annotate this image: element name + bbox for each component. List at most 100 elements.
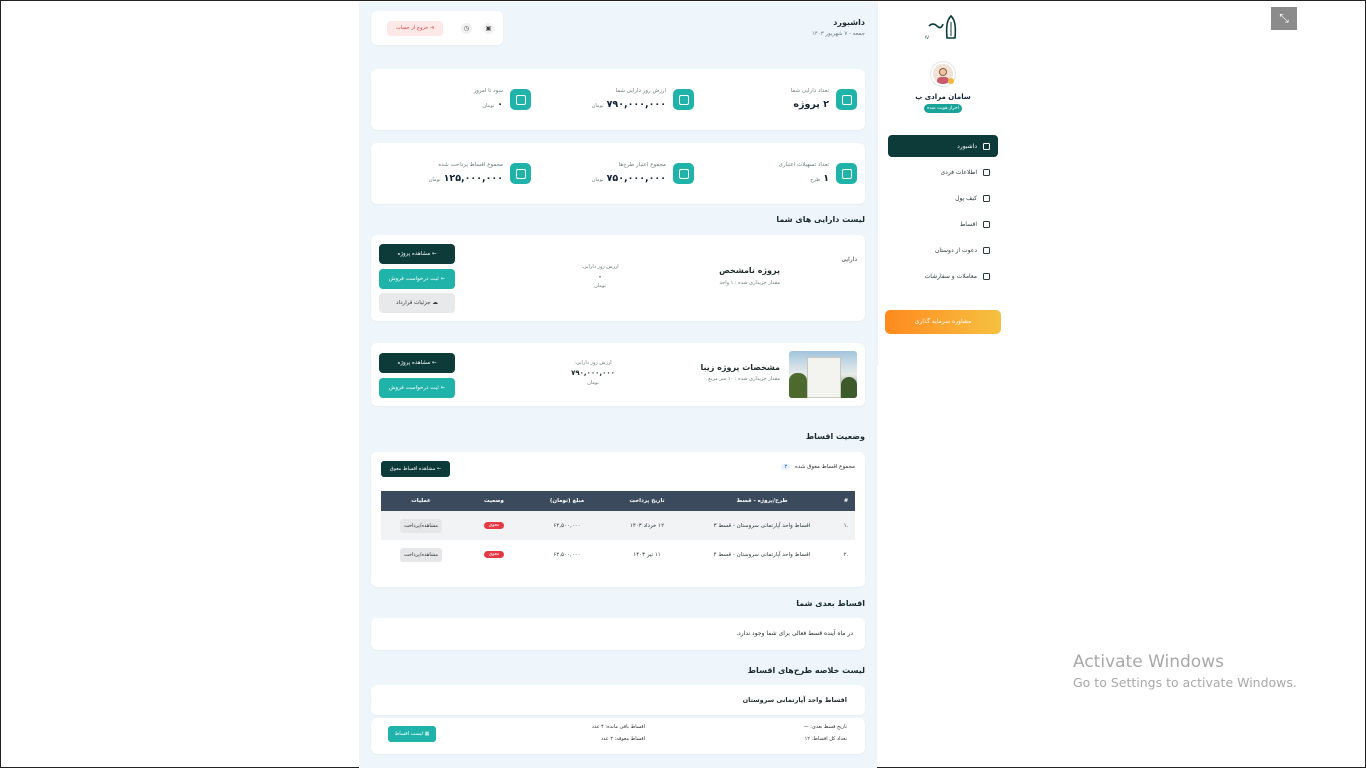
sidebar-item-invite[interactable]: دعوت از دوستان <box>888 239 998 261</box>
assets-title: لیست دارایی های شما <box>776 215 865 224</box>
overdue-view-button[interactable]: مشاهده اقساط معوق ← <box>381 461 450 477</box>
wallet-icon <box>510 89 531 110</box>
plans-title: لیست خلاصه طرح‌های اقساط <box>747 666 865 675</box>
watermark-subtitle: Go to Settings to activate Windows. <box>1073 675 1297 690</box>
asset-card: مشخصات پروژه زیبا مقدار خریداری شده : ۱۰… <box>371 343 865 406</box>
next-installments-card: در ماه آینده قسط فعالی برای شما وجود ندا… <box>371 618 865 650</box>
exit-fullscreen-icon[interactable]: ⤡ <box>1271 7 1297 30</box>
contract-details-button[interactable]: جزئیات قرارداد ☁ <box>379 293 455 313</box>
stat-value: ۷۹۰,۰۰۰,۰۰۰تومان <box>592 99 666 110</box>
sidebar-item-trades[interactable]: معاملات و سفارشات <box>888 265 998 287</box>
overdue-label: مجموع اقساط معوق شده <box>795 464 855 470</box>
page-title: داشبورد <box>833 18 865 27</box>
asset-value: ۰ <box>597 273 603 281</box>
wallet-icon <box>983 194 990 202</box>
stat-label: مجموع اعتبار طرح‌ها <box>618 162 666 168</box>
sidebar-item-dashboard[interactable]: داشبورد <box>888 135 998 157</box>
svg-text:SARV: SARV <box>925 35 929 40</box>
sidebar-item-label: اقساط <box>959 220 977 228</box>
stat-label: سود تا امروز <box>473 88 503 94</box>
button-label: مشاهده پروژه <box>397 251 431 257</box>
stat-label: تعداد دارایی شما <box>790 88 829 94</box>
sidebar-nav: داشبورد اطلاعات فردی کیف پول اقساط دعوت … <box>888 135 998 291</box>
consult-button[interactable]: مشاوره سرمایه گذاری <box>885 310 1001 334</box>
logout-button[interactable]: خروج از حساب ⇥ <box>387 21 443 36</box>
view-project-button[interactable]: مشاهده پروژه ← <box>379 353 455 373</box>
button-label: جزئیات قرارداد <box>396 300 431 306</box>
asset-amount: مقدار خریداری شده : ۱ واحد <box>719 280 781 286</box>
asset-name: پروژه نامشخص <box>719 266 780 275</box>
stat-value-text: ۱۲۵,۰۰۰,۰۰۰ <box>443 173 503 184</box>
wallet-icon[interactable]: ▣ <box>483 23 494 34</box>
stat-value-text: ۰ <box>497 99 503 110</box>
plan-overdue: اقساط معوقه: ۲ عدد <box>600 736 645 742</box>
row-status: معوق <box>461 511 527 540</box>
button-label: لیست اقساط <box>394 731 424 737</box>
stat-value: ۰تومان <box>482 99 503 110</box>
sell-request-button[interactable]: ثبت درخواست فروش ← <box>379 269 455 289</box>
next-installments-title: اقساط بعدی شما <box>796 599 865 608</box>
installments-card: مجموع اقساط معوق شده ۲ مشاهده اقساط معوق… <box>371 452 865 587</box>
view-pay-button[interactable]: مشاهده/پرداخت <box>400 547 442 562</box>
sarv-logo: SARV <box>925 14 957 40</box>
stat-label: تعداد تسهیلات اعتباری <box>778 162 829 168</box>
logout-label: خروج از حساب <box>395 25 429 31</box>
row-status: معوق <box>461 540 527 569</box>
table-header: # طرح/پروژه - قسط تاریخ پرداخت مبلغ (توم… <box>381 491 855 511</box>
stat-unit: تومان <box>591 177 604 183</box>
sidebar-item-wallet[interactable]: کیف پول <box>888 187 998 209</box>
sidebar: SARV سامان مرادی پ احراز هویت شده داشبور… <box>877 2 1007 366</box>
plan-header-card: اقساط واحد آپارتمانی سروستان <box>371 685 865 715</box>
plan-remaining: اقساط باقی مانده: ۴ عدد <box>591 724 645 730</box>
sidebar-item-label: اطلاعات فردی <box>940 168 977 176</box>
installments-table: # طرح/پروژه - قسط تاریخ پرداخت مبلغ (توم… <box>381 491 855 569</box>
col-plan: طرح/پروژه - قسط <box>736 498 788 504</box>
sidebar-item-profile[interactable]: اطلاعات فردی <box>888 161 998 183</box>
row-num: .۲ <box>843 551 849 558</box>
stat-unit: تومان <box>482 103 495 109</box>
stat-credit-count: تعداد تسهیلات اعتباری ۱طرح <box>705 143 865 204</box>
user-add-icon <box>983 246 990 254</box>
button-label: مشاهده اقساط معوق <box>389 466 436 472</box>
stat-asset-count: تعداد دارایی شما ۲ پروژه <box>705 69 865 130</box>
stat-value-text: ۱ <box>823 173 829 184</box>
project-photo <box>789 351 857 398</box>
installments-list-button[interactable]: لیست اقساط ▦ <box>388 726 436 742</box>
box-icon <box>673 163 694 184</box>
sell-request-button[interactable]: ثبت درخواست فروش ← <box>379 378 455 398</box>
exchange-icon <box>983 272 990 280</box>
table-row: .۱ اقساط واحد آپارتمانی سروستان - قسط ۳ … <box>381 511 855 540</box>
stat-unit: تومان <box>428 177 441 183</box>
row-date: ۱۲ خرداد ۱۴۰۳ <box>629 522 665 529</box>
stat-paid-total: مجموع اقساط پرداخت شده ۱۲۵,۰۰۰,۰۰۰تومان <box>379 143 539 204</box>
col-status: وضعیت <box>484 498 504 504</box>
stat-value: ۱۲۵,۰۰۰,۰۰۰تومان <box>429 173 503 184</box>
stats-row-2: تعداد تسهیلات اعتباری ۱طرح مجموع اعتبار … <box>371 143 865 204</box>
overdue-count: ۲ <box>781 464 791 470</box>
history-icon[interactable]: ◷ <box>461 23 472 34</box>
verified-badge: احراز هویت شده <box>924 104 962 113</box>
stat-credit-total: مجموع اعتبار طرح‌ها ۷۵۰,۰۰۰,۰۰۰تومان <box>542 143 702 204</box>
row-amount: ۶۲,۵۰۰,۰۰۰ <box>553 522 581 529</box>
watermark-title: Activate Windows <box>1073 652 1224 672</box>
empty-message: در ماه آینده قسط فعالی برای شما وجود ندا… <box>736 630 853 637</box>
stat-unit: طرح <box>810 177 821 183</box>
stat-label: ارزش روز دارایی شما <box>615 88 666 94</box>
installments-title: وضعیت اقساط <box>805 432 865 441</box>
col-date: تاریخ پرداخت <box>629 498 665 504</box>
header-actions: خروج از حساب ⇥ ◷ ▣ <box>371 11 503 45</box>
coins-icon <box>510 163 531 184</box>
sidebar-item-label: معاملات و سفارشات <box>924 272 977 280</box>
document-icon <box>836 163 857 184</box>
view-project-button[interactable]: مشاهده پروژه ← <box>379 244 455 264</box>
view-pay-button[interactable]: مشاهده/پرداخت <box>400 518 442 533</box>
asset-value-label: ارزش روز دارایی: <box>581 264 619 270</box>
sidebar-item-installments[interactable]: اقساط <box>888 213 998 235</box>
main-content: داشبورد جمعه - ۷ شهریور ۱۴۰۳ خروج از حسا… <box>359 2 877 768</box>
id-card-icon <box>983 168 990 176</box>
asset-card: دارایی پروژه نامشخص مقدار خریداری شده : … <box>371 235 865 321</box>
sidebar-item-label: داشبورد <box>957 142 977 150</box>
sidebar-item-label: کیف پول <box>955 194 977 202</box>
plan-summary-card: تاریخ قسط بعدی: — تعداد کل اقساط: ۱۲ اقس… <box>371 718 865 754</box>
plan-total-count: تعداد کل اقساط: ۱۲ <box>804 736 847 742</box>
